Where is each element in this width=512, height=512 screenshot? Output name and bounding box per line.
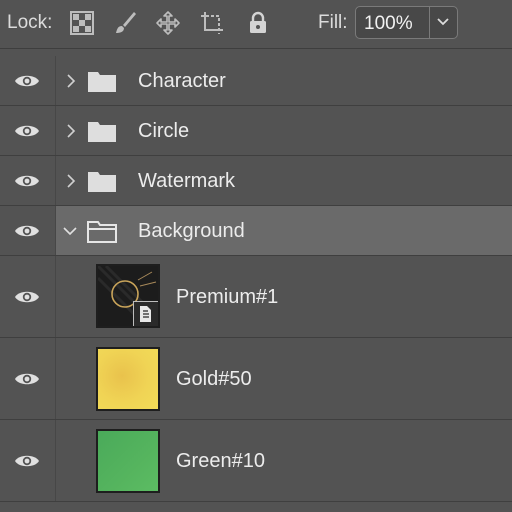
layer-name: Gold#50 (176, 368, 252, 390)
layer-row-watermark[interactable]: Watermark (0, 156, 512, 206)
layer-thumbnail (96, 264, 160, 328)
layer-thumbnail (96, 347, 160, 411)
fill-divider (429, 7, 430, 38)
lock-all-icon[interactable] (245, 10, 271, 36)
eye-icon[interactable] (14, 288, 40, 306)
visibility-column (0, 206, 56, 255)
visibility-column (0, 256, 56, 337)
chevron-down-icon[interactable] (63, 224, 77, 238)
layer-name: Green#10 (176, 450, 265, 472)
chevron-right-icon[interactable] (64, 124, 78, 138)
lock-bar: Lock: Fill: 100% (0, 0, 512, 49)
folder-icon (88, 172, 116, 192)
visibility-column (0, 156, 56, 205)
layer-name: Circle (138, 120, 190, 142)
folder-open-icon (87, 221, 117, 243)
layer-row-background[interactable]: Background (0, 206, 512, 256)
fill-label: Fill: (318, 12, 348, 33)
layer-row-green[interactable]: Green#10 (0, 420, 512, 502)
eye-icon[interactable] (14, 452, 40, 470)
eye-icon[interactable] (14, 122, 40, 140)
visibility-column (0, 56, 56, 105)
layer-row-circle[interactable]: Circle (0, 106, 512, 156)
eye-icon[interactable] (14, 72, 40, 90)
visibility-column (0, 106, 56, 155)
layer-row-premium[interactable]: Premium#1 (0, 256, 512, 338)
chevron-down-icon[interactable] (436, 15, 450, 29)
eye-icon[interactable] (14, 370, 40, 388)
fill-opacity-field[interactable]: 100% (355, 6, 458, 39)
folder-icon (88, 122, 116, 142)
smart-object-icon (140, 306, 151, 322)
visibility-column (0, 420, 56, 501)
layer-name: Background (138, 220, 245, 242)
layer-row-character[interactable]: Character (0, 56, 512, 106)
eye-icon[interactable] (14, 172, 40, 190)
eye-icon[interactable] (14, 222, 40, 240)
chevron-right-icon[interactable] (64, 74, 78, 88)
lock-transparent-pixels-icon[interactable] (69, 10, 95, 36)
layer-name: Premium#1 (176, 286, 279, 308)
smart-object-badge (133, 301, 158, 326)
layer-name: Watermark (138, 170, 236, 192)
fill-value[interactable]: 100% (364, 13, 413, 35)
visibility-column (0, 338, 56, 419)
layer-thumbnail (96, 429, 160, 493)
layer-row-gold[interactable]: Gold#50 (0, 338, 512, 420)
lock-label: Lock: (7, 12, 53, 33)
chevron-right-icon[interactable] (64, 174, 78, 188)
lock-position-icon[interactable] (155, 10, 181, 36)
lock-image-pixels-icon[interactable] (112, 10, 138, 36)
lock-artboard-icon[interactable] (199, 10, 225, 36)
folder-icon (88, 72, 116, 92)
layer-name: Character (138, 70, 226, 92)
